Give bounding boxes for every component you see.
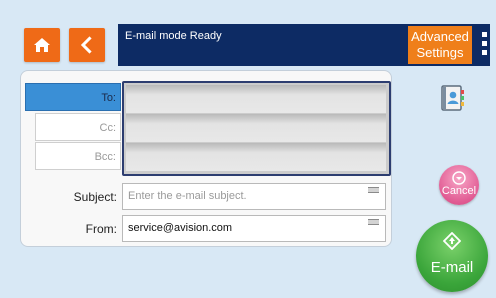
advanced-settings-button[interactable]: Advanced Settings xyxy=(408,26,472,64)
menu-icon xyxy=(482,32,487,37)
recipient-fields xyxy=(122,81,391,176)
cancel-button[interactable]: Cancel xyxy=(439,165,479,205)
menu-button[interactable] xyxy=(482,32,487,58)
to-input[interactable] xyxy=(126,85,386,113)
cancel-icon xyxy=(452,171,466,185)
from-input[interactable]: service@avision.com xyxy=(122,215,386,242)
address-book-button[interactable] xyxy=(440,85,465,111)
to-tab[interactable]: To: xyxy=(25,83,121,111)
home-button[interactable] xyxy=(24,28,60,62)
status-text: E-mail mode Ready xyxy=(125,30,222,42)
cancel-label: Cancel xyxy=(441,185,477,197)
bcc-tab[interactable]: Bcc: xyxy=(35,142,121,170)
from-value: service@avision.com xyxy=(128,222,233,234)
subject-placeholder: Enter the e-mail subject. xyxy=(128,190,247,202)
cc-input[interactable] xyxy=(126,114,386,142)
from-label: From: xyxy=(85,222,117,236)
email-button[interactable]: E-mail xyxy=(416,220,488,292)
subject-label: Subject: xyxy=(73,190,117,204)
home-icon xyxy=(34,38,50,52)
address-book-icon xyxy=(441,85,464,111)
subject-input[interactable]: Enter the e-mail subject. xyxy=(122,183,386,210)
bcc-input[interactable] xyxy=(126,143,386,171)
field-handle-icon xyxy=(368,187,379,193)
email-label: E-mail xyxy=(430,259,474,276)
advanced-settings-label: Advanced Settings xyxy=(411,29,469,60)
status-bar: E-mail mode Ready Advanced Settings xyxy=(118,24,490,66)
chevron-left-icon xyxy=(80,36,92,54)
back-button[interactable] xyxy=(69,28,105,62)
email-form-panel: To: Cc: Bcc: Subject: Enter the e-mail s… xyxy=(20,70,392,247)
email-icon xyxy=(443,232,461,250)
field-handle-icon xyxy=(368,219,379,225)
cc-tab[interactable]: Cc: xyxy=(35,113,121,141)
